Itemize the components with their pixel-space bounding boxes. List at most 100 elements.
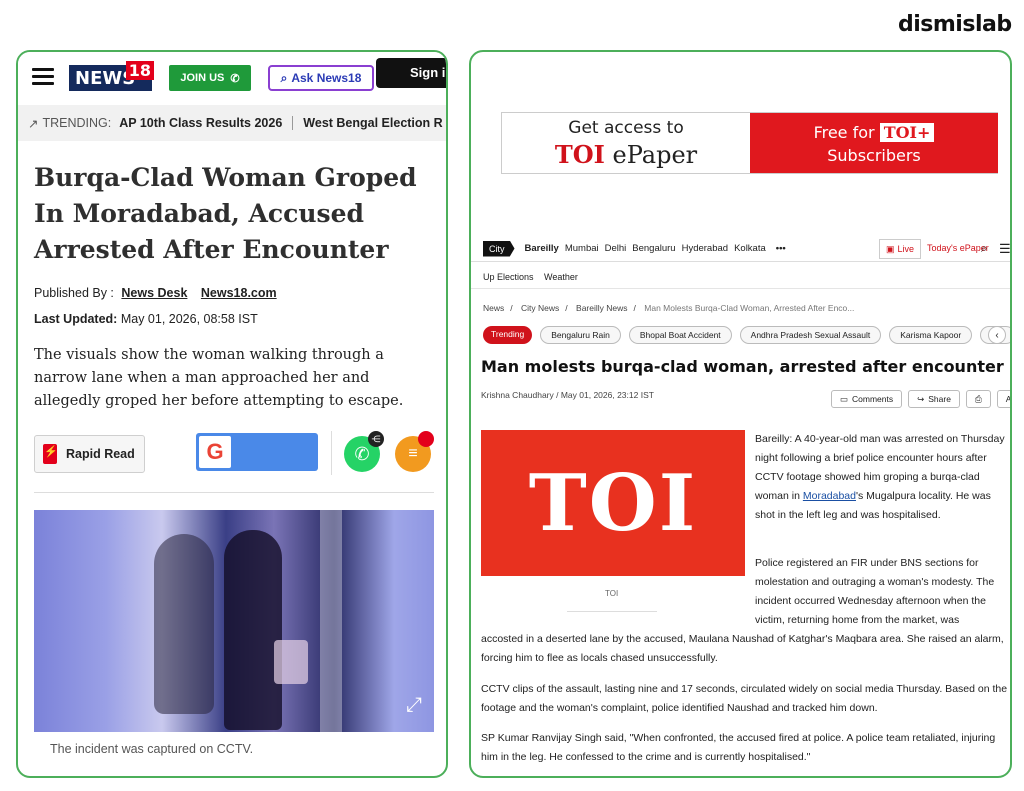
sub-nav: Up Elections Weather xyxy=(483,272,586,282)
ad-epaper: TOI ePaper xyxy=(554,140,698,169)
nav-city-kolkata[interactable]: Kolkata xyxy=(734,243,766,254)
breadcrumb-item[interactable]: News xyxy=(483,303,504,313)
news18-logo[interactable]: NEWS 18 xyxy=(69,61,154,91)
trending-label: Trending xyxy=(483,326,533,344)
sign-in-button[interactable]: Sign in xyxy=(376,58,446,88)
article-paragraph: Bareilly: A 40-year-old man was arrested… xyxy=(755,433,1005,521)
trending-item[interactable]: West Bengal Election R xyxy=(303,116,442,130)
join-us-button[interactable]: JOIN US ✆ xyxy=(169,65,251,91)
cctv-image[interactable]: ⤢ xyxy=(34,510,434,732)
share-button[interactable]: ↪ Share xyxy=(908,390,960,408)
article-title: Burqa-Clad Woman Groped In Moradabad, Ac… xyxy=(34,163,417,264)
trending-label: ↗ TRENDING: xyxy=(28,116,112,131)
font-size-button[interactable]: AA xyxy=(996,390,1010,408)
article-actions: ▭ Comments ↪ Share ⎙ AA xyxy=(831,390,1010,408)
trending-item[interactable]: AP 10th Class Results 2026 xyxy=(119,116,282,130)
nav-city-delhi[interactable]: Delhi xyxy=(605,243,627,254)
breadcrumb: News / City News / Bareilly News / Man Mole… xyxy=(483,303,855,313)
nav-city-bareilly[interactable]: Bareilly xyxy=(525,243,559,254)
nav-city-bengaluru[interactable]: Bengaluru xyxy=(632,243,675,254)
city-nav-label: City xyxy=(483,240,515,257)
ask-news18-label: Ask News18 xyxy=(291,71,362,85)
ad-left: Get access to TOI ePaper xyxy=(502,113,750,173)
hamburger-menu-icon[interactable] xyxy=(32,68,54,86)
live-button[interactable]: ▣ Live xyxy=(879,239,921,259)
search-icon[interactable]: ⌕ xyxy=(981,241,988,256)
share-icon: ↪ xyxy=(917,393,925,404)
last-updated-line: Last Updated: May 01, 2026, 08:58 IST xyxy=(34,312,258,326)
join-us-label: JOIN US xyxy=(180,72,225,84)
rapid-read-label: Rapid Read xyxy=(66,447,135,461)
menu-icon[interactable]: ☰ xyxy=(999,241,1010,257)
breadcrumb-item[interactable]: City News xyxy=(521,303,559,313)
toi-logo-text: TOI xyxy=(528,457,698,549)
comments-button[interactable]: ▭ Comments xyxy=(831,390,903,408)
more-icon[interactable]: ••• xyxy=(776,243,786,254)
article-paragraph: Police registered an FIR under BNS secti… xyxy=(755,557,995,626)
cctv-figure-man xyxy=(154,534,214,714)
trending-chip[interactable]: Bhopal Boat Accident xyxy=(628,326,732,344)
whatsapp-icon: ✆ xyxy=(230,72,240,85)
print-button[interactable]: ⎙ xyxy=(965,390,991,408)
cctv-bag xyxy=(274,640,308,684)
print-icon: ⎙ xyxy=(974,393,982,404)
toi-plus-badge: TOI+ xyxy=(879,123,935,142)
notification-dot xyxy=(418,431,434,447)
ad-subscribers: Subscribers xyxy=(827,146,921,165)
trending-chips: Trending Bengaluru Rain Bhopal Boat Acci… xyxy=(483,326,1010,344)
article-title: Man molests burqa-clad woman, arrested a… xyxy=(481,357,1004,376)
breadcrumb-current: Man Molests Burqa-Clad Woman, Arrested A… xyxy=(644,303,855,313)
author-link[interactable]: News Desk xyxy=(121,286,187,300)
rapid-read-button[interactable]: Rapid Read xyxy=(34,435,145,473)
trending-bar: ↗ TRENDING: AP 10th Class Results 2026 W… xyxy=(18,105,446,141)
news18-screenshot: NEWS 18 JOIN US ✆ ⌕ Ask News18 Sign in ↗… xyxy=(16,50,448,778)
published-by-label: Published By : xyxy=(34,286,114,300)
sub-nav-up-elections[interactable]: Up Elections xyxy=(483,272,534,282)
news18-header: NEWS 18 JOIN US ✆ ⌕ Ask News18 Sign in xyxy=(18,52,446,104)
epaper-ad-banner[interactable]: Get access to TOI ePaper Free for TOI+ S… xyxy=(501,112,998,174)
ask-news18-button[interactable]: ⌕ Ask News18 xyxy=(268,65,374,91)
article-image[interactable]: TOI xyxy=(481,430,745,576)
sub-nav-weather[interactable]: Weather xyxy=(544,272,578,282)
trending-chip[interactable]: Bengaluru Rain xyxy=(540,326,621,344)
sparkle-search-icon: ⌕ xyxy=(280,70,288,85)
published-by-line: Published By : News Desk News18.com xyxy=(34,286,277,300)
article-paragraph: CCTV clips of the assault, lasting nine … xyxy=(481,683,1008,714)
byline: Krishna Chaudhary / May 01, 2026, 23:12 … xyxy=(481,390,654,400)
rapid-read-icon xyxy=(43,444,58,464)
chevron-left-icon[interactable]: ‹ xyxy=(988,326,1006,344)
last-updated-label: Last Updated: xyxy=(34,312,118,326)
article-paragraph: SP Kumar Ranvijay Singh said, "When conf… xyxy=(481,732,996,763)
nav-city-hyderabad[interactable]: Hyderabad xyxy=(682,243,728,254)
article-summary: The visuals show the woman walking throu… xyxy=(34,347,404,409)
nav-city-mumbai[interactable]: Mumbai xyxy=(565,243,599,254)
trending-chip[interactable]: Karisma Kapoor xyxy=(889,326,973,344)
todays-epaper-link[interactable]: Today's ePaper xyxy=(927,243,989,253)
dismislab-logo: dismislab xyxy=(898,12,1012,37)
google-preferred-source-button[interactable]: G xyxy=(196,433,318,471)
trending-chip[interactable]: Andhra Pradesh Sexual Assault xyxy=(739,326,882,344)
moradabad-link[interactable]: Moradabad xyxy=(803,490,856,502)
divider xyxy=(292,116,294,130)
cctv-wall xyxy=(320,510,342,732)
article-paragraph: accosted in a deserted lane by the accus… xyxy=(481,633,1004,664)
last-updated-value: May 01, 2026, 08:58 IST xyxy=(120,312,258,326)
comment-icon: ▭ xyxy=(840,393,849,404)
breadcrumb-item[interactable]: Bareilly News xyxy=(576,303,628,313)
image-caption: The incident was captured on CCTV. xyxy=(50,742,254,756)
cctv-figure-woman xyxy=(224,530,282,730)
toi-screenshot: Get access to TOI ePaper Free for TOI+ S… xyxy=(469,50,1012,778)
ad-right: Free for TOI+ Subscribers xyxy=(750,113,998,173)
share-icon[interactable]: ⋲ xyxy=(368,431,384,447)
tv-icon: ▣ xyxy=(885,243,895,254)
image-caption: TOI xyxy=(605,589,619,598)
ad-free-line: Free for TOI+ xyxy=(750,123,998,142)
source-link[interactable]: News18.com xyxy=(201,286,277,300)
google-icon: G xyxy=(199,436,231,468)
divider xyxy=(34,492,434,493)
divider xyxy=(331,431,332,475)
trend-arrow-icon: ↗ xyxy=(28,116,39,131)
expand-tap-icon[interactable]: ⤢ xyxy=(406,694,430,718)
ad-headline: Get access to xyxy=(568,118,684,138)
city-nav-bar: City Bareilly Mumbai Delhi Bengaluru Hyd… xyxy=(471,236,1010,262)
